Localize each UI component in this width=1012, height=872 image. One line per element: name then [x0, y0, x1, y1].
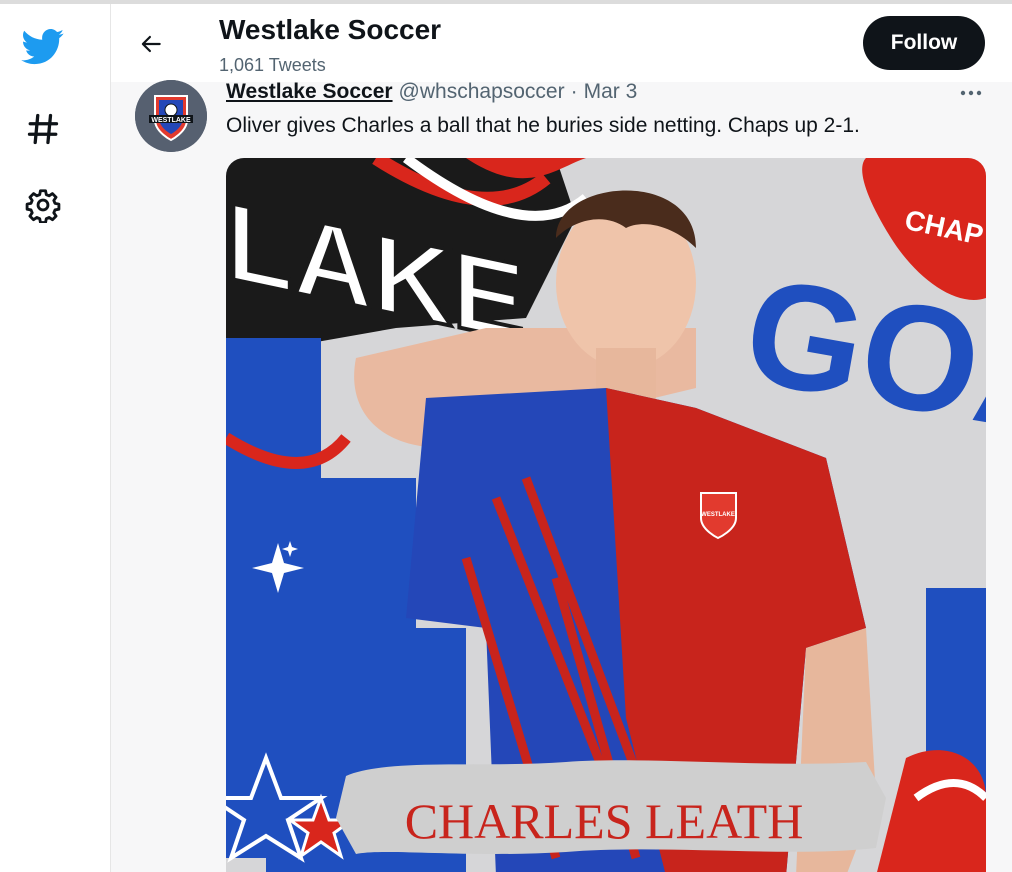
profile-header: Westlake Soccer 1,061 Tweets Follow — [111, 4, 1012, 82]
follow-button[interactable]: Follow — [863, 16, 985, 70]
tweet-separator: · — [570, 80, 578, 103]
back-button[interactable] — [133, 26, 169, 62]
player-name-banner: CHARLES LEATH — [405, 793, 804, 849]
tweet-author-handle[interactable]: @whschapsoccer — [399, 80, 565, 104]
settings-gear-icon[interactable] — [22, 184, 64, 226]
tweet-header-line: Westlake Soccer @whschapsoccer · Mar 3 — [226, 80, 637, 106]
more-dots-icon — [960, 90, 982, 96]
avatar-crest-text: WESTLAKE — [151, 117, 191, 124]
jersey-crest-text: WESTLAKE — [701, 512, 735, 518]
avatar[interactable]: WESTLAKE — [135, 80, 207, 152]
left-navigation — [0, 4, 110, 872]
profile-title: Westlake Soccer — [219, 14, 442, 45]
back-arrow-icon — [141, 35, 161, 53]
hashtag-icon[interactable] — [22, 108, 64, 150]
tweet-author-name[interactable]: Westlake Soccer — [226, 80, 393, 104]
profile-main-column: Westlake Soccer 1,061 Tweets Follow WEST… — [110, 4, 1012, 872]
more-options-button[interactable] — [957, 82, 985, 104]
tweet-count: 1,061 Tweets — [219, 55, 326, 75]
tweet-date[interactable]: Mar 3 — [584, 80, 638, 104]
tweet-text: Oliver gives Charles a ball that he buri… — [226, 114, 860, 137]
tweet-media-image[interactable]: LAKE CHAP GOAL WESTLAKE CHARLES LEATH — [226, 158, 986, 872]
twitter-bird-icon[interactable] — [20, 26, 66, 68]
